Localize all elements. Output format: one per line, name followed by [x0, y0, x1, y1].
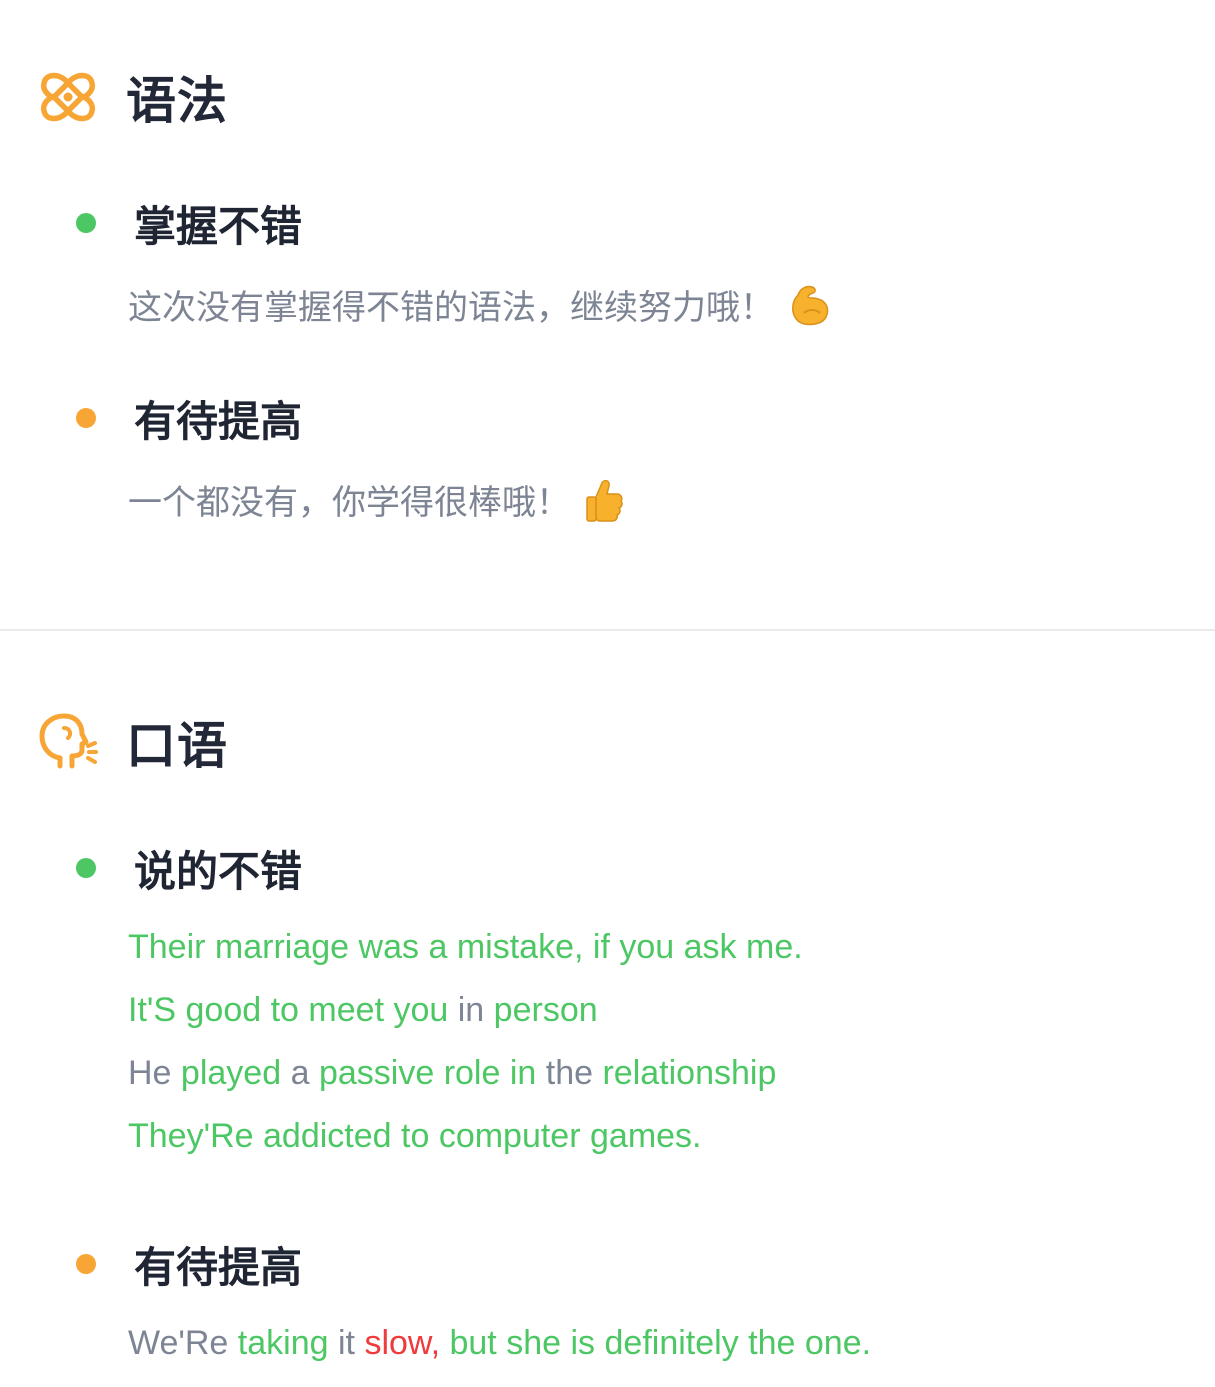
sentence-word	[299, 991, 308, 1029]
grammar-improve-group: 有待提高	[76, 393, 302, 446]
sentence-word: slow,	[364, 1324, 441, 1362]
sentence-word: He	[128, 1054, 172, 1092]
sentence-word	[392, 1117, 401, 1155]
sentence-word	[500, 1054, 509, 1092]
sentence-word	[176, 991, 185, 1029]
grammar-title: 语法	[126, 72, 228, 130]
speaking-improve-group: 有待提高	[76, 1239, 302, 1292]
sentence-word	[429, 1117, 438, 1155]
sentence-word: you	[393, 991, 449, 1029]
sentence-word: taking	[237, 1324, 329, 1362]
sentence-word: me.	[746, 928, 803, 966]
sentence-word	[447, 928, 456, 966]
sentence-line: He played a passive role in the relation…	[128, 1042, 803, 1105]
good-status-dot	[76, 213, 96, 233]
grammar-good-group: 掌握不错	[76, 198, 302, 251]
grammar-good-desc: 这次没有掌握得不错的语法，继续努力哦！	[128, 288, 774, 328]
improve-status-dot	[76, 1254, 96, 1274]
sentence-word: was	[358, 928, 420, 966]
sentence-word: to	[270, 991, 299, 1029]
improve-status-dot	[76, 408, 96, 428]
sentence-word: good	[185, 991, 262, 1029]
sentence-word: Their	[128, 928, 206, 966]
grammar-improve-desc-row: 一个都没有，你学得很棒哦！	[128, 475, 624, 524]
speaking-good-group: 说的不错	[76, 843, 302, 896]
grammar-improve-desc: 一个都没有，你学得很棒哦！	[128, 483, 570, 523]
sentence-word	[434, 1054, 443, 1092]
sentence-word	[254, 1117, 263, 1155]
sentence-word: to	[401, 1117, 430, 1155]
sentence-word: is	[570, 1324, 596, 1362]
section-divider	[0, 629, 1215, 631]
sentence-word	[448, 991, 457, 1029]
sentence-word: it	[337, 1324, 355, 1362]
grammar-header: 语法	[38, 67, 228, 130]
sentence-word	[329, 1324, 338, 1362]
sentence-word: person	[493, 991, 598, 1029]
sentence-word: role	[443, 1054, 501, 1092]
sentence-line: Their marriage was a mistake, if you ask…	[128, 916, 803, 979]
sentence-word: played	[180, 1054, 282, 1092]
grammar-good-desc-row: 这次没有掌握得不错的语法，继续努力哦！	[128, 280, 830, 329]
sentence-word: ask	[683, 928, 737, 966]
sentence-word: she	[506, 1324, 562, 1362]
sentence-word: a	[428, 928, 448, 966]
sentence-word: passive	[318, 1054, 435, 1092]
sentence-line: We'Re taking it slow, but she is definit…	[128, 1312, 871, 1375]
sentence-word	[281, 1054, 290, 1092]
sentence-word: the	[545, 1054, 594, 1092]
sentence-word	[581, 1117, 590, 1155]
sentence-word: but	[449, 1324, 497, 1362]
sentence-word	[310, 1054, 319, 1092]
sentence-word	[536, 1054, 545, 1092]
sentence-word: if	[592, 928, 610, 966]
sentence-word: It'S	[128, 991, 177, 1029]
sentence-word	[261, 991, 270, 1029]
sentence-word	[610, 928, 619, 966]
sentence-word: a	[290, 1054, 310, 1092]
grammar-knot-icon	[38, 67, 98, 127]
sentence-word	[205, 928, 214, 966]
sentence-word: They'Re	[128, 1117, 254, 1155]
sentence-word: games.	[590, 1117, 702, 1155]
sentence-word: definitely	[604, 1324, 739, 1362]
speaking-improve-sentences: We'Re taking it slow, but she is definit…	[128, 1312, 871, 1375]
sentence-word: addicted	[263, 1117, 392, 1155]
speaking-header: 口语	[38, 712, 228, 775]
sentence-word: meet	[308, 991, 385, 1029]
sentence-word	[595, 1324, 604, 1362]
sentence-word	[497, 1324, 506, 1362]
thumbs-up-icon	[584, 477, 624, 523]
sentence-word: one.	[804, 1324, 872, 1362]
speaking-improve-label: 有待提高	[134, 1242, 303, 1292]
sentence-word: in	[457, 991, 485, 1029]
sentence-word: We'Re	[128, 1324, 229, 1362]
flexed-biceps-icon	[788, 283, 830, 327]
sentence-word	[171, 1054, 180, 1092]
grammar-good-label: 掌握不错	[134, 201, 303, 251]
sentence-word	[349, 928, 358, 966]
sentence-word	[674, 928, 683, 966]
sentence-word: the	[748, 1324, 796, 1362]
grammar-improve-label: 有待提高	[134, 396, 303, 446]
sentence-word: in	[509, 1054, 537, 1092]
speaking-head-icon	[38, 712, 98, 772]
sentence-word: marriage	[214, 928, 350, 966]
sentence-word	[737, 928, 746, 966]
speaking-title: 口语	[126, 717, 228, 775]
sentence-word: computer	[438, 1117, 581, 1155]
sentence-word: mistake,	[456, 928, 584, 966]
sentence-word	[795, 1324, 804, 1362]
good-status-dot	[76, 858, 96, 878]
speaking-good-label: 说的不错	[134, 846, 303, 896]
speaking-good-sentences: Their marriage was a mistake, if you ask…	[128, 916, 803, 1168]
sentence-word: relationship	[602, 1054, 777, 1092]
sentence-line: They'Re addicted to computer games.	[128, 1105, 803, 1168]
sentence-word	[583, 928, 592, 966]
sentence-word	[739, 1324, 748, 1362]
sentence-word: you	[619, 928, 675, 966]
sentence-word	[228, 1324, 237, 1362]
sentence-line: It'S good to meet you in person	[128, 979, 803, 1042]
sentence-word	[484, 991, 493, 1029]
